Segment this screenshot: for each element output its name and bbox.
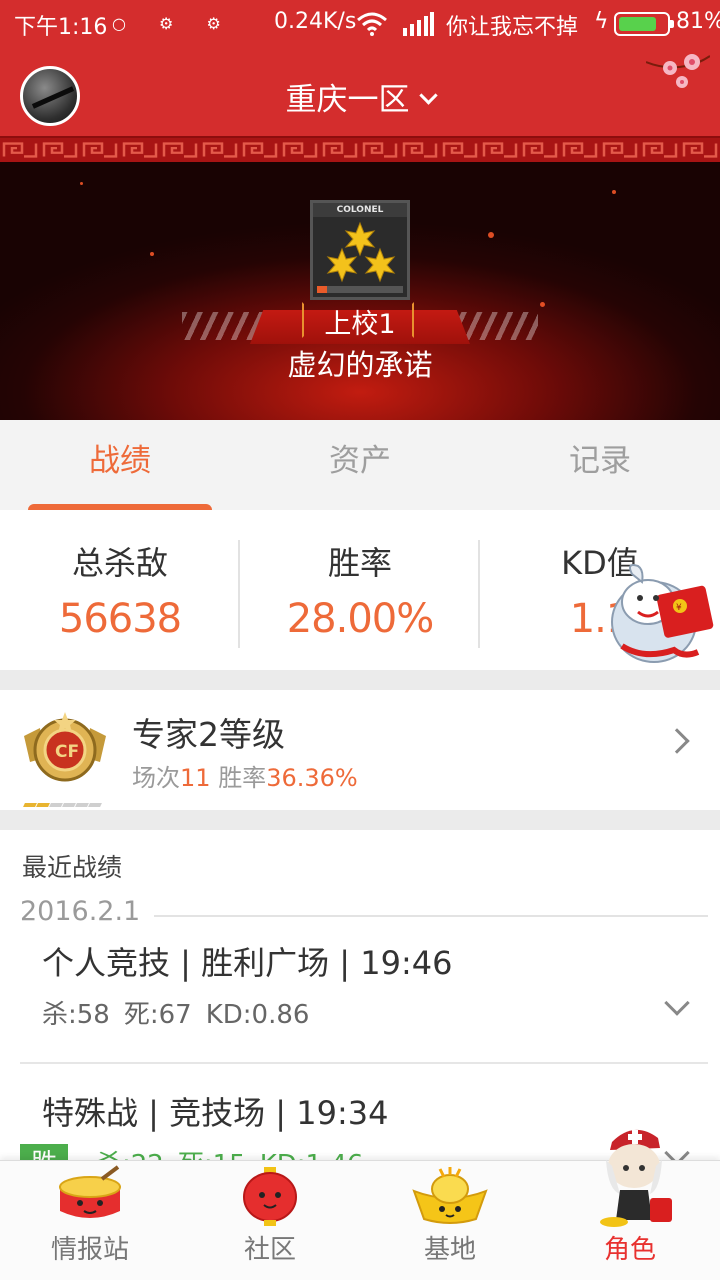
charging-icon: ϟ bbox=[594, 9, 609, 34]
nav-base[interactable]: 基地 bbox=[360, 1161, 540, 1280]
stat-value: 28.00% bbox=[286, 596, 435, 642]
record-row[interactable]: 个人竞技 | 胜利广场 | 19:46 杀:58 死:67 KD:0.86 bbox=[0, 938, 720, 1098]
level-pip bbox=[62, 803, 76, 807]
stat-total-kills: 总杀敌 56638 bbox=[0, 510, 240, 670]
rank-name: 上校1 bbox=[324, 309, 396, 340]
notification-icons: ○ ⚙ ⚙ bbox=[112, 14, 235, 33]
level-title: 专家2等级 bbox=[132, 715, 285, 754]
ladder-level-row[interactable]: CF 专家2等级 场次11 胜率36.36% bbox=[0, 690, 720, 810]
chevron-down-icon bbox=[418, 86, 438, 105]
level-summary: 场次11 胜率36.36% bbox=[132, 758, 358, 793]
app-header: 重庆一区 bbox=[0, 48, 720, 162]
record-stats: 杀:58 死:67 KD:0.86 bbox=[42, 994, 323, 1031]
battery-icon bbox=[614, 12, 674, 36]
record-date: 2016.2.1 bbox=[20, 896, 155, 927]
record-kd: KD:0.86 bbox=[205, 1000, 310, 1030]
rank-badge: COLONEL bbox=[310, 200, 410, 300]
rank-stars-icon bbox=[326, 221, 396, 283]
plum-blossom-icon bbox=[646, 54, 710, 88]
chevron-down-icon[interactable] bbox=[664, 990, 690, 1016]
record-kills: 杀:58 bbox=[42, 1000, 110, 1030]
nav-label: 角色 bbox=[603, 1235, 656, 1265]
level-pip bbox=[75, 803, 89, 807]
record-deaths: 死:67 bbox=[123, 1000, 192, 1030]
svg-text:¥: ¥ bbox=[676, 603, 682, 613]
player-nickname: 虚幻的承诺 bbox=[287, 348, 433, 382]
nav-community[interactable]: 社区 bbox=[180, 1161, 360, 1280]
rank-progress-bar bbox=[317, 286, 403, 293]
server-selector[interactable]: 重庆一区 bbox=[0, 74, 720, 119]
lantern-icon bbox=[243, 1167, 297, 1226]
medal-text: CF bbox=[55, 742, 79, 762]
stat-label: 胜率 bbox=[327, 544, 392, 582]
status-bar: 下午1:16 ○ ⚙ ⚙ 0.24K/s 你让我忘不掉 ϟ 81% bbox=[0, 0, 720, 48]
status-time: 下午1:16 bbox=[14, 15, 108, 40]
carrier-name: 你让我忘不掉 bbox=[446, 15, 579, 40]
network-speed: 0.24K/s bbox=[274, 9, 357, 34]
level-pip bbox=[23, 803, 37, 807]
level-pip bbox=[49, 803, 63, 807]
character-icon bbox=[600, 1129, 672, 1227]
nav-label: 基地 bbox=[423, 1235, 476, 1265]
nav-intel[interactable]: 情报站 bbox=[0, 1161, 180, 1280]
record-title: 个人竞技 | 胜利广场 | 19:46 bbox=[42, 944, 453, 982]
wifi-icon bbox=[357, 12, 387, 36]
level-pip bbox=[36, 803, 50, 807]
nav-label: 情报站 bbox=[50, 1235, 129, 1265]
section-tabs: 战绩 资产 记录 bbox=[0, 420, 720, 510]
matches-label: 场次 bbox=[132, 764, 180, 792]
stat-label: 总杀敌 bbox=[71, 544, 168, 582]
decorative-border bbox=[0, 136, 720, 162]
red-envelope-mascot-icon[interactable]: ¥ bbox=[604, 560, 716, 670]
tab-history[interactable]: 记录 bbox=[480, 420, 720, 510]
stat-win-rate: 胜率 28.00% bbox=[240, 510, 480, 670]
date-divider bbox=[150, 915, 708, 917]
rank-medal-icon: CF bbox=[24, 712, 106, 782]
signal-icon bbox=[403, 12, 434, 36]
level-pip bbox=[88, 803, 102, 807]
matches-count: 11 bbox=[180, 764, 211, 792]
chevron-right-icon bbox=[664, 728, 690, 754]
drum-icon bbox=[59, 1165, 121, 1218]
recent-heading: 最近战绩 bbox=[22, 853, 123, 882]
gold-ingot-icon bbox=[412, 1167, 488, 1224]
winrate-label: 胜率 bbox=[218, 764, 267, 792]
server-name: 重庆一区 bbox=[285, 82, 410, 118]
battery-percent: 81% bbox=[676, 9, 720, 34]
rank-banner: COLONEL 上校1 虚幻的承诺 bbox=[0, 162, 720, 420]
badge-caption: COLONEL bbox=[313, 203, 407, 217]
record-title: 特殊战 | 竞技场 | 19:34 bbox=[42, 1094, 389, 1132]
nav-label: 社区 bbox=[243, 1235, 296, 1265]
winrate-value: 36.36% bbox=[266, 764, 358, 792]
tab-assets[interactable]: 资产 bbox=[240, 420, 480, 510]
record-separator bbox=[20, 1062, 708, 1064]
level-progress bbox=[23, 792, 102, 811]
stat-value: 56638 bbox=[58, 596, 182, 642]
tab-record[interactable]: 战绩 bbox=[0, 420, 240, 510]
